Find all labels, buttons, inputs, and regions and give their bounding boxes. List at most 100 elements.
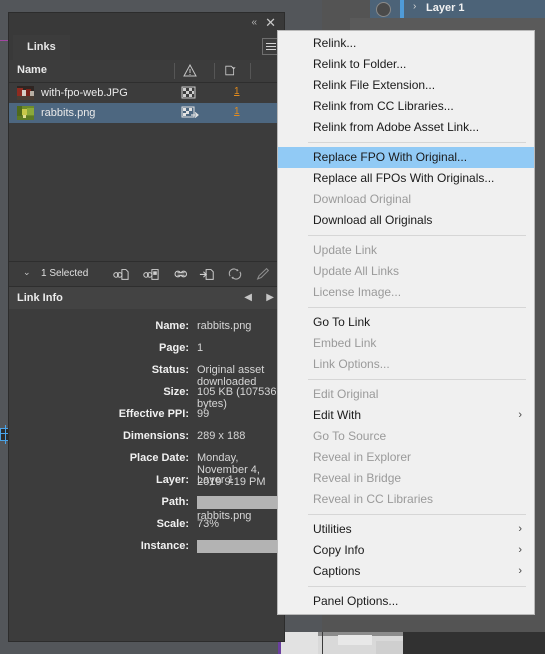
link-info-row: Dimensions: 289 x 188 <box>9 427 284 449</box>
link-info-value: Layer 1 <box>197 474 234 486</box>
column-divider <box>250 63 251 79</box>
submenu-arrow-icon: › <box>518 544 522 556</box>
hamburger-line <box>265 43 276 44</box>
layer-row[interactable]: › Layer 1 <box>370 0 545 18</box>
collapse-icon[interactable]: « <box>251 17 256 28</box>
menu-item[interactable]: Replace FPO With Original... <box>278 147 534 168</box>
menu-item-label: Reveal in CC Libraries <box>313 492 434 506</box>
menu-item[interactable]: Captions › <box>278 561 534 582</box>
link-info-row: Scale: 73% <box>9 515 284 537</box>
menu-item: Download Original <box>278 189 534 210</box>
document-swatch-2 <box>338 635 372 645</box>
menu-item[interactable]: Utilities › <box>278 519 534 540</box>
menu-separator <box>308 307 526 308</box>
links-toolbar: ⌄ 1 Selected <box>9 261 284 287</box>
link-info-label: Layer: <box>155 474 189 486</box>
menu-item-label: Go To Link <box>313 315 371 329</box>
menu-item-label: Utilities <box>313 522 352 536</box>
menu-item-label: License Image... <box>313 285 402 299</box>
submenu-arrow-icon: › <box>518 523 522 535</box>
layer-color-swatch <box>400 0 404 18</box>
menu-separator <box>308 586 526 587</box>
link-info-label: Dimensions: <box>122 430 189 442</box>
link-info-label: Scale: <box>156 518 189 530</box>
menu-item[interactable]: Relink File Extension... <box>278 75 534 96</box>
relink-to-folder-icon[interactable] <box>143 266 159 282</box>
menu-item[interactable]: Replace all FPOs With Originals... <box>278 168 534 189</box>
edit-original-icon[interactable] <box>255 266 271 282</box>
relink-icon[interactable] <box>113 266 129 282</box>
link-info-label: Name: <box>155 320 189 332</box>
link-info-row: Layer: Layer 1 <box>9 471 284 493</box>
menu-item-label: Edit Original <box>313 387 379 401</box>
warning-triangle-icon[interactable] <box>183 64 197 77</box>
thumbnail-image <box>17 106 34 120</box>
menu-item[interactable]: Relink from Adobe Asset Link... <box>278 117 534 138</box>
hamburger-line <box>265 49 276 50</box>
column-header-name[interactable]: Name <box>17 64 47 76</box>
document-divider <box>322 632 323 654</box>
menu-item-label: Relink from Adobe Asset Link... <box>313 120 480 134</box>
document-swatch-3 <box>376 641 406 654</box>
fpo-checker-link-icon[interactable] <box>181 106 199 120</box>
page-number-link[interactable]: 1 <box>234 106 240 117</box>
menu-item[interactable]: Relink... <box>278 33 534 54</box>
list-item[interactable]: rabbits.png 1 <box>9 103 284 123</box>
links-list: with-fpo-web.JPG 1 rabbits.png 1 <box>9 83 284 261</box>
link-info-value: 1 <box>197 342 204 354</box>
chevron-down-icon[interactable]: ⌄ <box>23 267 31 278</box>
menu-item: License Image... <box>278 282 534 303</box>
thumbnail-image <box>17 86 34 100</box>
list-item[interactable]: with-fpo-web.JPG 1 <box>9 83 284 103</box>
menu-item-label: Link Options... <box>313 357 390 371</box>
menu-item-label: Reveal in Bridge <box>313 471 402 485</box>
close-icon[interactable]: ✕ <box>265 15 276 30</box>
menu-item[interactable]: Edit With › <box>278 405 534 426</box>
refresh-icon[interactable] <box>227 266 243 282</box>
menu-item-label: Embed Link <box>313 336 377 350</box>
menu-item-label: Replace FPO With Original... <box>313 150 468 164</box>
column-divider <box>214 63 215 79</box>
link-info-value: 289 x 188 <box>197 430 246 442</box>
document-strip-dark <box>403 632 545 654</box>
menu-item[interactable]: Relink from CC Libraries... <box>278 96 534 117</box>
menu-item[interactable]: Panel Options... <box>278 591 534 612</box>
update-link-icon[interactable] <box>199 266 215 282</box>
visibility-eye-icon[interactable] <box>376 2 391 17</box>
page-icon[interactable] <box>225 64 236 77</box>
link-info-label: Instance: <box>140 540 189 552</box>
menu-item-label: Panel Options... <box>313 594 399 608</box>
link-info-body: Name: rabbits.png Page: 1 Status: Original as… <box>9 309 344 559</box>
next-link-arrow[interactable]: ▶ <box>266 292 274 303</box>
menu-item-label: Download Original <box>313 192 412 206</box>
link-info-label: Path: <box>161 496 190 508</box>
menu-separator <box>308 142 526 143</box>
link-info-row: Status: Original asset downloaded <box>9 361 284 388</box>
link-info-row: Name: rabbits.png <box>9 317 284 339</box>
menu-item[interactable]: Copy Info › <box>278 540 534 561</box>
menu-separator <box>308 514 526 515</box>
menu-item[interactable]: Download all Originals <box>278 210 534 231</box>
menu-item[interactable]: Go To Link <box>278 312 534 333</box>
chevron-right-icon[interactable]: › <box>413 1 416 12</box>
link-info-row: Effective PPI: 99 <box>9 405 284 427</box>
menu-item-label: Replace all FPOs With Originals... <box>313 171 495 185</box>
menu-item: Link Options... <box>278 354 534 375</box>
link-info-row: Size: 105 KB (107536 bytes) <box>9 383 284 410</box>
menu-item: Update All Links <box>278 261 534 282</box>
links-panel-context-menu[interactable]: Relink... Relink to Folder... Relink File … <box>277 30 535 615</box>
link-info-row: Path: rabbits.png <box>9 493 310 522</box>
menu-item-label: Edit With <box>313 408 362 422</box>
tab-links[interactable]: Links <box>13 35 70 60</box>
link-info-row: Page: 1 <box>9 339 284 361</box>
page-number-link[interactable]: 1 <box>234 86 240 97</box>
menu-separator <box>308 235 526 236</box>
previous-link-arrow[interactable]: ◀ <box>244 292 252 303</box>
fpo-checker-icon[interactable] <box>181 86 199 100</box>
menu-item[interactable]: Relink to Folder... <box>278 54 534 75</box>
panel-titlebar: « ✕ <box>9 13 284 35</box>
go-to-link-icon[interactable] <box>173 266 189 282</box>
menu-item: Reveal in Explorer <box>278 447 534 468</box>
link-info-label: Size: <box>163 386 189 398</box>
menu-item: Go To Source <box>278 426 534 447</box>
